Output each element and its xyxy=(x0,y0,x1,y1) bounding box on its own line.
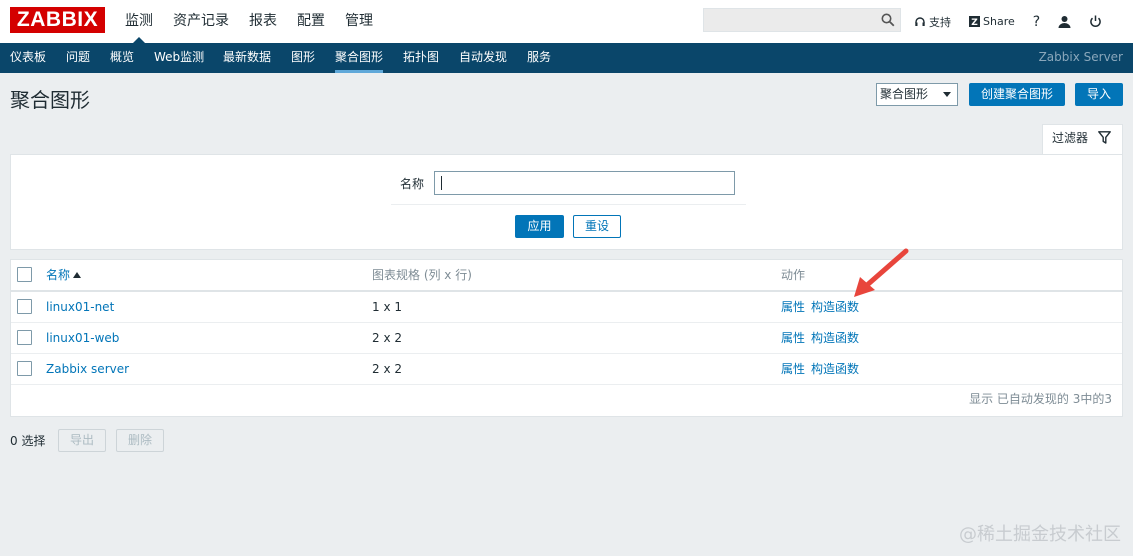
table-row: linux01-net 1 x 1 属性 构造函数 xyxy=(11,292,1122,323)
annotation-arrow-icon xyxy=(854,248,909,297)
filter-tab-label: 过滤器 xyxy=(1052,131,1089,145)
screen-name-link[interactable]: linux01-web xyxy=(46,323,119,353)
row-checkbox[interactable] xyxy=(17,330,32,345)
main-menu-configuration[interactable]: 配置 xyxy=(290,0,332,43)
filter-icon xyxy=(1098,131,1111,144)
subnav-problems[interactable]: 问题 xyxy=(66,43,90,73)
zabbix-share-icon: Z xyxy=(969,16,980,27)
support-label: 支持 xyxy=(929,15,951,29)
filter-name-input[interactable] xyxy=(434,171,735,195)
subnav-maps[interactable]: 拓扑图 xyxy=(403,43,439,73)
export-button: 导出 xyxy=(58,429,106,452)
user-profile-button[interactable] xyxy=(1058,15,1071,28)
screen-name-link[interactable]: linux01-net xyxy=(46,292,114,322)
screens-table: 名称 图表规格 (列 x 行) 动作 linux01-net 1 x 1 属性 … xyxy=(10,259,1123,417)
column-name-label: 名称 xyxy=(46,268,71,282)
properties-link[interactable]: 属性 xyxy=(781,323,805,353)
filter-divider xyxy=(391,204,746,205)
sign-out-button[interactable] xyxy=(1089,15,1102,28)
screen-dimension: 2 x 2 xyxy=(372,331,402,345)
screen-dimension: 2 x 2 xyxy=(372,362,402,376)
table-stats: 显示 已自动发现的 3中的3 xyxy=(969,392,1112,406)
search-icon[interactable] xyxy=(881,13,895,27)
constructor-link[interactable]: 构造函数 xyxy=(811,323,859,353)
headset-icon xyxy=(915,16,925,26)
column-actions-header: 动作 xyxy=(781,268,806,282)
subnav-latest-data[interactable]: 最新数据 xyxy=(223,43,271,73)
screen-type-select-value: 聚合图形 xyxy=(880,87,929,101)
chevron-down-icon xyxy=(943,92,951,97)
subnav-screens[interactable]: 聚合图形 xyxy=(335,43,384,73)
power-icon xyxy=(1090,15,1102,27)
top-links: 支持 Z Share ? xyxy=(914,0,1120,43)
help-label: ? xyxy=(1032,13,1041,30)
text-cursor xyxy=(441,176,442,190)
filter-tab[interactable]: 过滤器 xyxy=(1042,124,1123,155)
properties-link[interactable]: 属性 xyxy=(781,354,805,384)
select-all-checkbox[interactable] xyxy=(17,267,32,282)
subnav-web[interactable]: Web监测 xyxy=(154,43,204,73)
properties-link[interactable]: 属性 xyxy=(781,292,805,322)
main-menu-monitoring[interactable]: 监测 xyxy=(118,0,160,43)
zabbix-logo[interactable]: ZABBIX xyxy=(10,7,105,33)
screen-dimension: 1 x 1 xyxy=(372,300,402,314)
delete-button: 删除 xyxy=(116,429,164,452)
column-dimension-header: 图表规格 (列 x 行) xyxy=(372,268,472,282)
table-header-row: 名称 图表规格 (列 x 行) 动作 xyxy=(11,260,1122,292)
subnav-dashboard[interactable]: 仪表板 xyxy=(10,43,46,73)
subnav-graphs[interactable]: 图形 xyxy=(291,43,315,73)
sub-nav: 仪表板 问题 概览 Web监测 最新数据 图形 聚合图形 拓扑图 自动发现 服务… xyxy=(0,43,1133,73)
subnav-overview[interactable]: 概览 xyxy=(110,43,134,73)
subnav-services[interactable]: 服务 xyxy=(527,43,551,73)
share-label: Share xyxy=(983,15,1015,28)
user-icon xyxy=(1058,16,1071,28)
filter-name-label: 名称 xyxy=(400,177,425,191)
screen-type-select[interactable]: 聚合图形 xyxy=(876,83,958,106)
top-bar: ZABBIX 监测 资产记录 报表 配置 管理 支持 Z Share ? xyxy=(0,0,1133,43)
import-button[interactable]: 导入 xyxy=(1075,83,1123,106)
main-menu: 监测 资产记录 报表 配置 管理 xyxy=(118,0,386,43)
server-name: Zabbix Server xyxy=(1038,50,1123,64)
page-title: 聚合图形 xyxy=(10,88,90,112)
global-search-input[interactable] xyxy=(703,8,901,32)
main-menu-administration[interactable]: 管理 xyxy=(338,0,380,43)
selected-count: 0 选择 xyxy=(10,434,46,448)
row-checkbox[interactable] xyxy=(17,299,32,314)
column-name-header[interactable]: 名称 xyxy=(46,260,82,290)
sort-ascending-icon xyxy=(73,272,82,278)
row-checkbox[interactable] xyxy=(17,361,32,376)
constructor-link[interactable]: 构造函数 xyxy=(811,354,859,384)
main-menu-inventory[interactable]: 资产记录 xyxy=(166,0,236,43)
share-link[interactable]: Z Share xyxy=(969,15,1015,28)
table-row: linux01-web 2 x 2 属性 构造函数 xyxy=(11,323,1122,354)
help-link[interactable]: ? xyxy=(1033,14,1040,30)
screen-name-link[interactable]: Zabbix server xyxy=(46,354,129,384)
filter-panel: 名称 应用 重设 xyxy=(10,154,1123,250)
main-menu-reports[interactable]: 报表 xyxy=(242,0,284,43)
watermark-text: @稀土掘金技术社区 xyxy=(959,524,1121,545)
svg-text:Z: Z xyxy=(971,18,978,27)
reset-button[interactable]: 重设 xyxy=(573,215,621,238)
apply-button[interactable]: 应用 xyxy=(515,215,564,238)
subnav-discovery[interactable]: 自动发现 xyxy=(459,43,507,73)
table-row: Zabbix server 2 x 2 属性 构造函数 xyxy=(11,354,1122,385)
create-screen-button[interactable]: 创建聚合图形 xyxy=(969,83,1065,106)
support-link[interactable]: 支持 xyxy=(914,14,951,30)
